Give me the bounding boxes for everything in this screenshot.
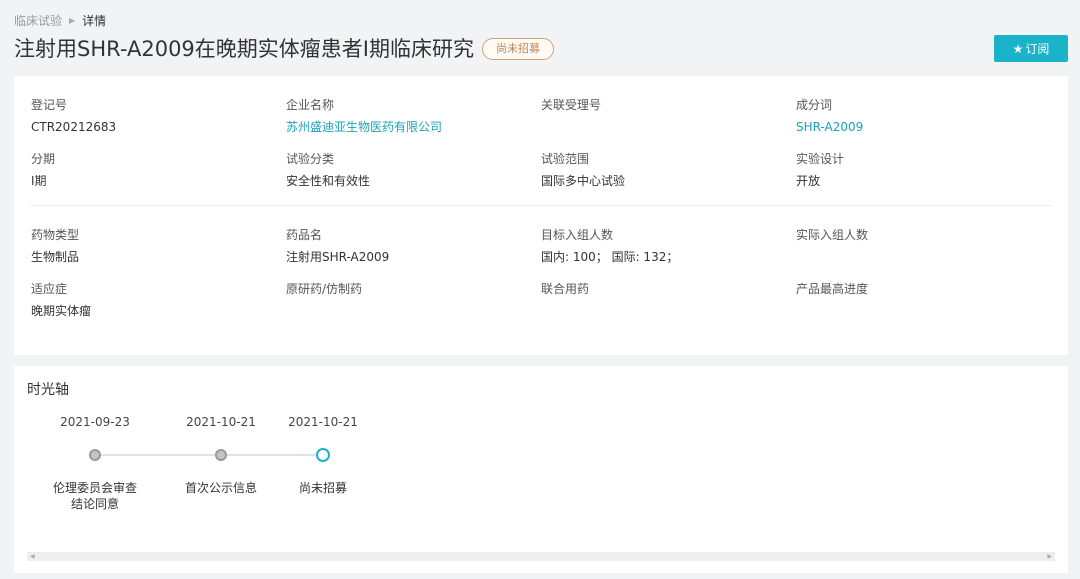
field-label: 药品名 (286, 228, 323, 242)
field-target-enroll: 目标入组人数 国内: 100； 国际: 132； (541, 227, 791, 265)
field-reg-no: 登记号 CTR20212683 (31, 97, 281, 135)
field-label: 目标入组人数 (541, 228, 614, 242)
field-label: 登记号 (31, 98, 68, 112)
star-icon: ★ (1012, 41, 1024, 56)
divider (30, 205, 1052, 206)
field-label: 原研药/仿制药 (286, 282, 363, 296)
field-label: 药物类型 (31, 228, 80, 242)
company-link[interactable]: 苏州盛迪亚生物医药有限公司 (286, 119, 536, 135)
field-max-progress: 产品最高进度 (796, 281, 1046, 303)
subscribe-button[interactable]: ★ 订阅 (994, 35, 1068, 62)
field-ingredient: 成分词 SHR-A2009 (796, 97, 1046, 135)
field-category: 试验分类 安全性和有效性 (286, 151, 536, 189)
timeline-date: 2021-09-23 (60, 415, 130, 429)
field-value: 安全性和有效性 (286, 174, 371, 188)
field-label: 联合用药 (541, 282, 590, 296)
timeline-date: 2021-10-21 (288, 415, 358, 429)
field-scope: 试验范围 国际多中心试验 (541, 151, 791, 189)
timeline-card: 时光轴 2021-09-23 伦理委员会审查 结论同意 2021-10-21 首… (14, 366, 1068, 573)
field-label: 实验设计 (796, 152, 845, 166)
field-combination: 联合用药 (541, 281, 791, 303)
timeline-node-done-icon (215, 449, 227, 461)
ingredient-link[interactable]: SHR-A2009 (796, 119, 1046, 135)
field-value: 生物制品 (31, 250, 80, 264)
breadcrumb: 临床试验 ▶ 详情 (14, 12, 106, 29)
field-label: 试验范围 (541, 152, 590, 166)
field-company: 企业名称 苏州盛迪亚生物医药有限公司 (286, 97, 536, 135)
field-actual-enroll: 实际入组人数 (796, 227, 1046, 249)
field-original-generic: 原研药/仿制药 (286, 281, 536, 303)
timeline-label: 伦理委员会审查 结论同意 (52, 481, 137, 511)
field-value: 国际多中心试验 (541, 174, 626, 188)
scroll-left-icon[interactable]: ◀ (30, 552, 35, 561)
field-indication: 适应症 晚期实体瘤 (31, 281, 281, 319)
info-card: 登记号 CTR20212683 企业名称 苏州盛迪亚生物医药有限公司 关联受理号… (14, 76, 1068, 355)
timeline-label: 尚未招募 (298, 481, 347, 495)
field-label: 实际入组人数 (796, 228, 869, 242)
breadcrumb-root[interactable]: 临床试验 (14, 12, 62, 29)
field-label: 产品最高进度 (796, 282, 869, 296)
field-label: 试验分类 (286, 152, 335, 166)
field-label: 企业名称 (286, 98, 335, 112)
field-drug-type: 药物类型 生物制品 (31, 227, 281, 265)
timeline-title: 时光轴 (27, 382, 69, 398)
field-value: 晚期实体瘤 (31, 304, 92, 318)
field-label: 成分词 (796, 98, 833, 112)
field-related-no: 关联受理号 (541, 97, 791, 119)
timeline-item: 2021-09-23 伦理委员会审查 结论同意 (30, 414, 160, 512)
field-design: 实验设计 开放 (796, 151, 1046, 189)
field-value: CTR20212683 (31, 120, 117, 134)
page-title: 注射用SHR-A2009在晚期实体瘤患者I期临床研究 (14, 37, 474, 61)
subscribe-label: 订阅 (1025, 42, 1050, 56)
breadcrumb-arrow-icon: ▶ (69, 16, 76, 25)
field-value: 注射用SHR-A2009 (286, 250, 390, 264)
field-phase: 分期 I期 (31, 151, 281, 189)
timeline-node-current-icon (316, 448, 330, 462)
timeline-node-done-icon (89, 449, 101, 461)
timeline-item: 2021-10-21 尚未招募 (258, 414, 388, 496)
breadcrumb-current: 详情 (82, 14, 107, 28)
field-drug-name: 药品名 注射用SHR-A2009 (286, 227, 536, 265)
title-row: 注射用SHR-A2009在晚期实体瘤患者I期临床研究 尚未招募 (14, 34, 554, 64)
field-value: I期 (31, 174, 47, 188)
field-label: 适应症 (31, 282, 68, 296)
field-value: 开放 (796, 174, 821, 188)
field-value: 国内: 100； 国际: 132； (541, 250, 679, 264)
scroll-right-icon[interactable]: ▶ (1047, 552, 1052, 561)
field-label: 分期 (31, 152, 56, 166)
horizontal-scrollbar[interactable]: ◀ ▶ (27, 552, 1055, 561)
status-badge: 尚未招募 (481, 38, 554, 60)
field-label: 关联受理号 (541, 98, 602, 112)
